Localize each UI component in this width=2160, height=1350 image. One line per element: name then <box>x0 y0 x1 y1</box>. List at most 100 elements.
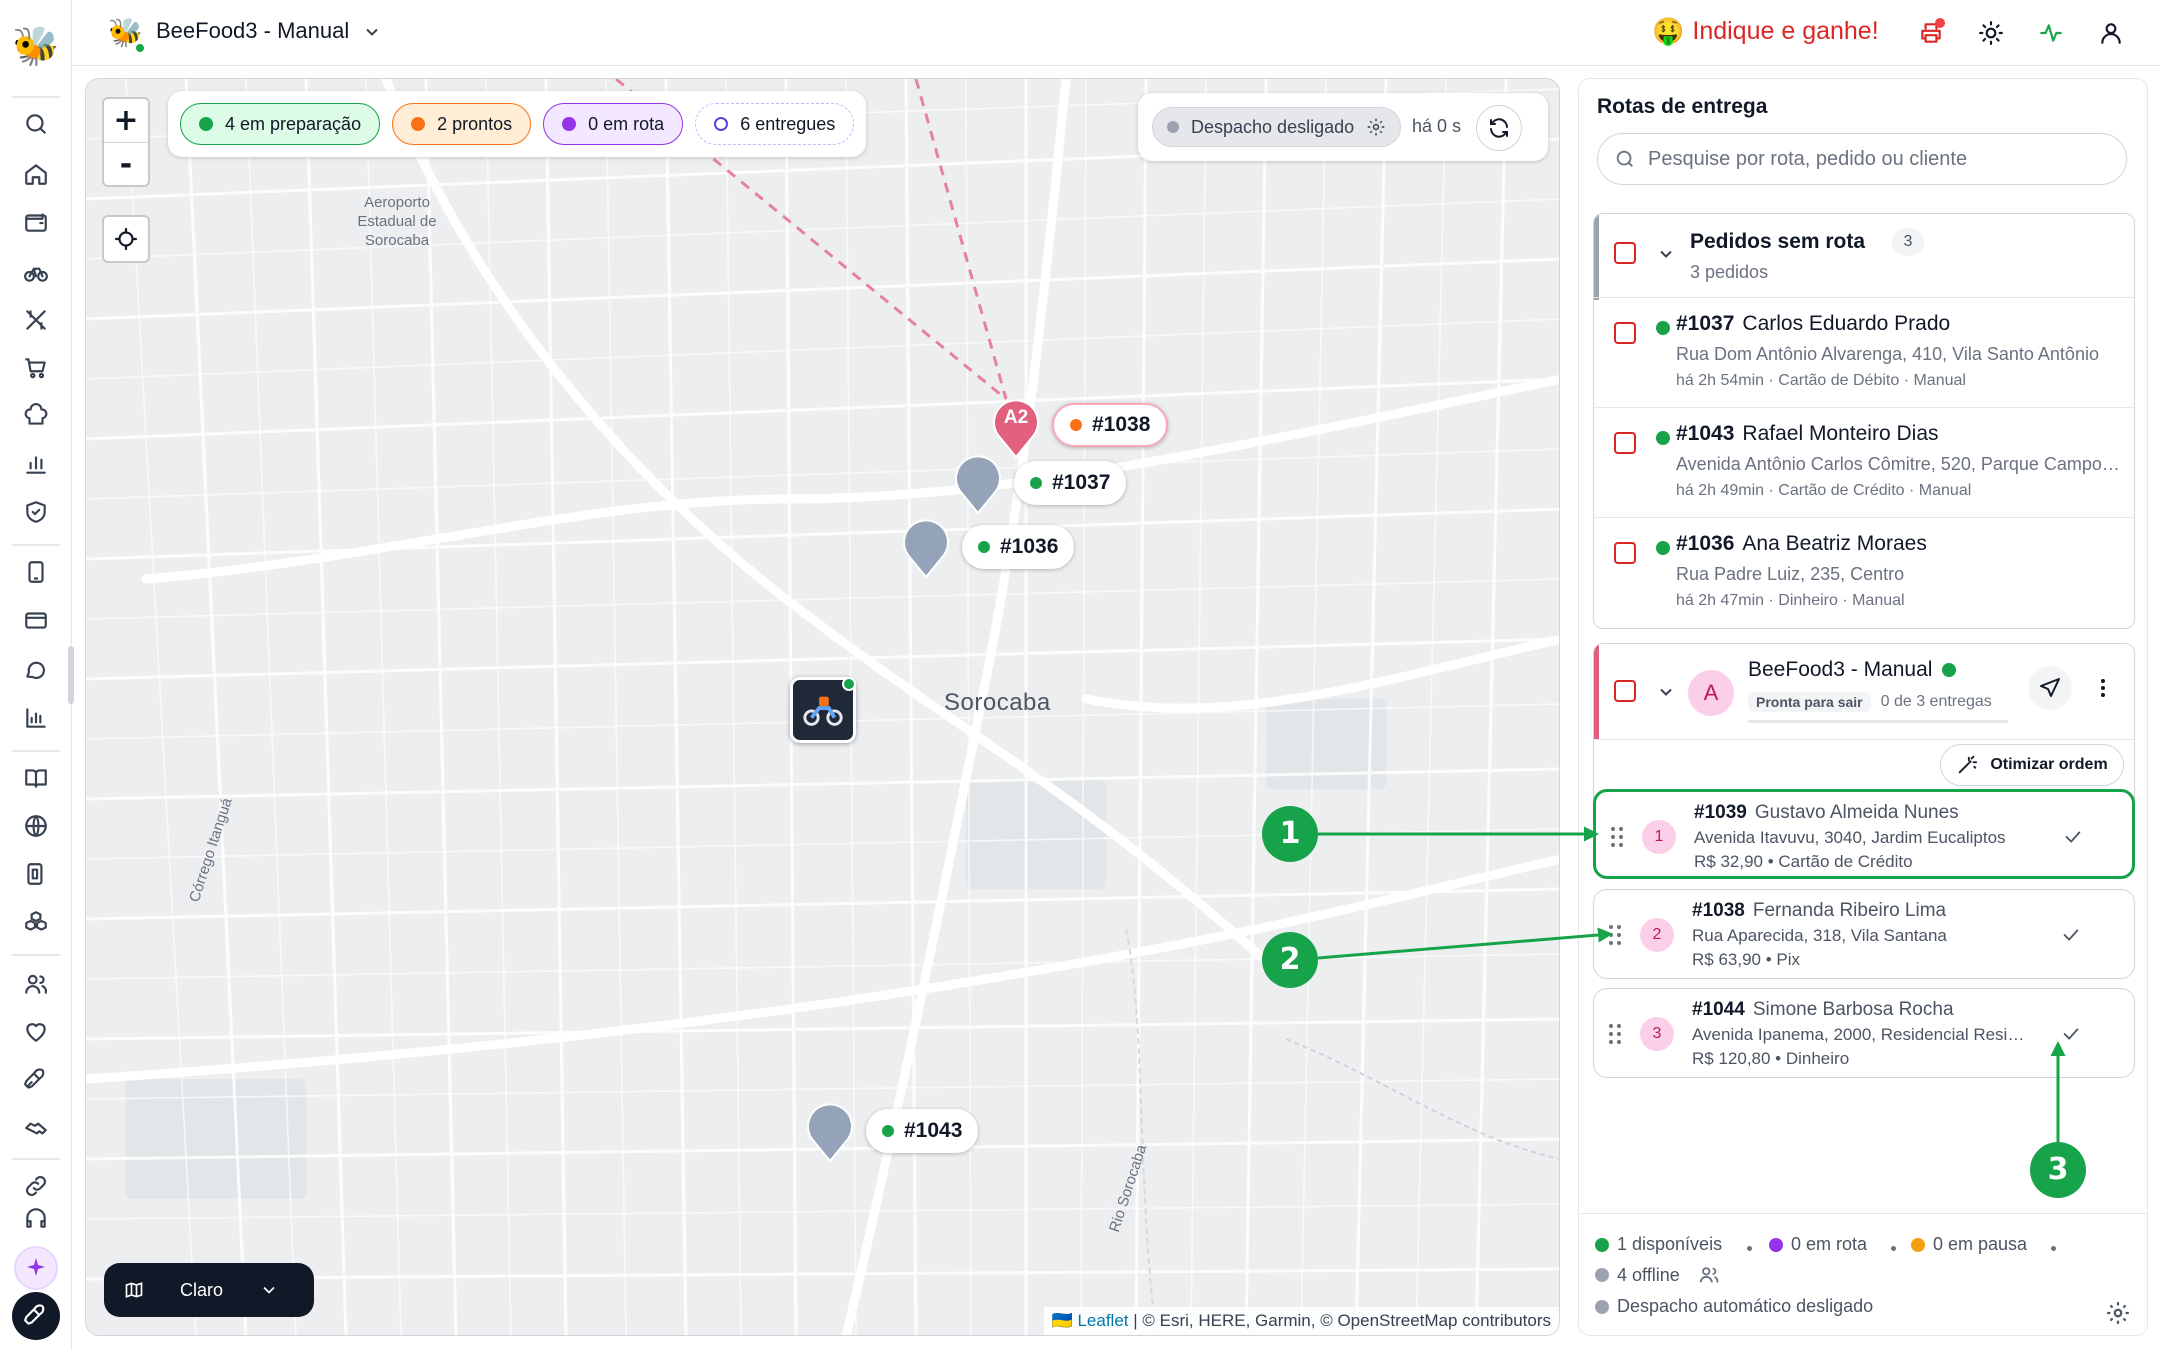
chevron-down-icon[interactable] <box>362 22 382 42</box>
launch-rocket-icon[interactable] <box>12 1292 60 1340</box>
drag-handle-icon[interactable] <box>1608 924 1622 946</box>
couriers-available: 1 disponíveis <box>1595 1234 1722 1255</box>
chip-preparing[interactable]: 4 em preparação <box>180 103 381 145</box>
devices-icon[interactable] <box>18 856 54 892</box>
route-search-input[interactable] <box>1648 147 2108 171</box>
route-group-header[interactable]: A BeeFood3 - Manual Pronta para sair 0 d… <box>1594 644 2134 740</box>
order-status-dot <box>1656 541 1670 555</box>
utensils-icon[interactable] <box>18 302 54 338</box>
order-row[interactable]: #1043 Rafael Monteiro Dias Avenida Antôni… <box>1594 408 2134 518</box>
chip-delivered[interactable]: 6 entregues <box>695 103 855 145</box>
bee-logo-icon[interactable]: 🐝 <box>12 24 59 70</box>
check-icon[interactable] <box>2060 924 2082 946</box>
map-theme-selector[interactable]: Claro <box>104 1263 314 1317</box>
chip-on-route[interactable]: 0 em rota <box>543 103 684 145</box>
zoom-out-button[interactable]: - <box>104 143 148 186</box>
unrouted-group-header[interactable]: Pedidos sem rota 3 3 pedidos <box>1594 214 2134 298</box>
separator-bullet <box>1747 1246 1752 1251</box>
order-id: #1036 <box>1676 532 1735 555</box>
order-pin-marker[interactable] <box>900 517 952 579</box>
sun-icon[interactable] <box>1976 18 2006 48</box>
order-checkbox[interactable] <box>1614 542 1636 564</box>
order-row[interactable]: #1037 Carlos Eduardo Prado Rua Dom Antôni… <box>1594 298 2134 408</box>
store-name[interactable]: BeeFood3 - Manual <box>156 18 349 44</box>
delivery-map[interactable]: + - 4 em preparação 2 prontos 0 em rota … <box>85 78 1560 1336</box>
headset-icon[interactable] <box>18 1200 54 1236</box>
handshake-icon[interactable] <box>18 1110 54 1146</box>
order-marker-label[interactable]: #1038 <box>1052 403 1169 447</box>
chef-hat-icon[interactable] <box>18 398 54 434</box>
more-options-icon[interactable] <box>2088 666 2118 710</box>
stop-order-id: #1038 <box>1692 900 1745 921</box>
dispatch-time: há 0 s <box>1412 116 1462 136</box>
zoom-control: + - <box>102 97 150 187</box>
printer-icon[interactable] <box>1916 18 1946 48</box>
tablet-icon[interactable] <box>18 554 54 590</box>
order-pin-marker[interactable] <box>804 1101 856 1163</box>
order-status-dot <box>1656 321 1670 335</box>
user-icon[interactable] <box>2096 18 2126 48</box>
route-stop[interactable]: 2 #1038 Fernanda Ribeiro Lima Rua Apareci… <box>1593 889 2135 979</box>
link-icon[interactable] <box>18 1168 54 1204</box>
heart-icon[interactable] <box>18 1014 54 1050</box>
chevron-down-icon[interactable] <box>1656 244 1676 264</box>
marker-text: #1043 <box>904 1119 963 1142</box>
gear-icon[interactable] <box>2105 1300 2131 1326</box>
zoom-in-button[interactable]: + <box>104 99 148 142</box>
globe-icon[interactable] <box>18 808 54 844</box>
courier-status-footer: 1 disponíveis 0 em rota 0 em pausa 4 off… <box>1579 1213 2147 1335</box>
users-icon[interactable] <box>18 966 54 1002</box>
order-checkbox[interactable] <box>1614 322 1636 344</box>
order-status-dot <box>1656 431 1670 445</box>
chat-icon[interactable] <box>18 652 54 688</box>
analytics-icon[interactable] <box>18 700 54 736</box>
search-icon[interactable] <box>18 106 54 142</box>
optimize-order-button[interactable]: Otimizar ordem <box>1940 744 2124 786</box>
credit-card-icon[interactable] <box>18 602 54 638</box>
activity-icon[interactable] <box>2036 18 2066 48</box>
drag-handle-icon[interactable] <box>1610 826 1624 848</box>
rocket-icon[interactable] <box>18 1062 54 1098</box>
order-checkbox[interactable] <box>1614 432 1636 454</box>
chip-label: 0 em rota <box>588 113 665 134</box>
order-pin-marker[interactable] <box>952 453 1004 515</box>
route-checkbox[interactable] <box>1614 680 1636 702</box>
leaflet-link[interactable]: Leaflet <box>1077 1311 1128 1330</box>
order-marker-label[interactable]: #1036 <box>962 525 1075 569</box>
route-stop[interactable]: 1 #1039 Gustavo Almeida Nunes Avenida Ita… <box>1593 789 2135 879</box>
select-all-checkbox[interactable] <box>1614 242 1636 264</box>
route-stop[interactable]: 3 #1044 Simone Barbosa Rocha Avenida Ipan… <box>1593 988 2135 1078</box>
couriers-offline[interactable]: 4 offline <box>1595 1264 1720 1286</box>
book-icon[interactable] <box>18 760 54 796</box>
chip-ready[interactable]: 2 prontos <box>392 103 532 145</box>
marker-text: #1037 <box>1052 471 1111 494</box>
annotation-badge: 2 <box>1262 932 1318 988</box>
boxes-icon[interactable] <box>18 904 54 940</box>
wallet-icon[interactable] <box>18 204 54 240</box>
locate-crosshair-icon[interactable] <box>102 215 150 263</box>
stop-address: Avenida Itavuvu, 3040, Jardim Eucaliptos <box>1694 828 2006 847</box>
referral-link[interactable]: 🤑 Indique e ganhe! <box>1652 16 1879 47</box>
chevron-down-icon[interactable] <box>1656 682 1676 702</box>
shield-check-icon[interactable] <box>18 494 54 530</box>
ai-sparkle-icon[interactable] <box>14 1246 58 1290</box>
bike-icon[interactable] <box>18 254 54 290</box>
home-icon[interactable] <box>18 156 54 192</box>
chip-dot <box>199 117 213 131</box>
bar-chart-icon[interactable] <box>18 446 54 482</box>
drag-handle-icon[interactable] <box>1608 1023 1622 1045</box>
order-row[interactable]: #1036 Ana Beatriz Moraes Rua Padre Luiz, … <box>1594 518 2134 628</box>
cart-icon[interactable] <box>18 350 54 386</box>
map-icon <box>125 1282 143 1298</box>
check-icon[interactable] <box>2060 1023 2082 1045</box>
dispatch-toggle[interactable]: Despacho desligado <box>1152 107 1402 147</box>
order-marker-label[interactable]: #1043 <box>866 1109 979 1153</box>
send-route-icon[interactable] <box>2028 666 2072 710</box>
available-label: 1 disponíveis <box>1617 1234 1723 1254</box>
order-marker-label[interactable]: #1037 <box>1014 461 1127 505</box>
top-header: 🐝 BeeFood3 - Manual 🤑 Indique e ganhe! <box>72 0 2160 66</box>
rail-resize-handle[interactable] <box>68 646 74 704</box>
refresh-icon[interactable] <box>1476 105 1522 151</box>
check-icon[interactable] <box>2062 826 2084 848</box>
order-address: Rua Dom Antônio Alvarenga, 410, Vila San… <box>1676 344 2099 364</box>
